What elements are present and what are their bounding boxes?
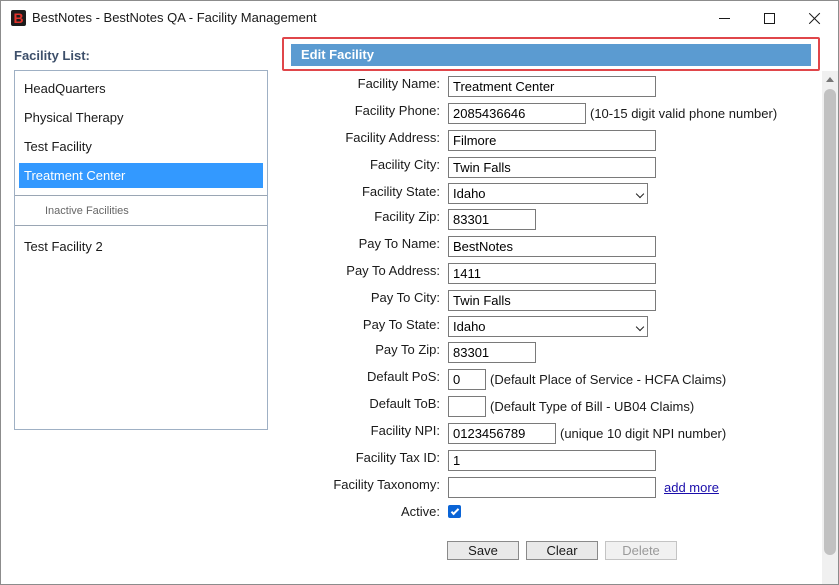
pay-to-city-input[interactable]: Twin Falls: [448, 290, 656, 311]
facility-zip-label: Facility Zip:: [374, 209, 440, 224]
pay-to-city-label: Pay To City:: [370, 290, 440, 305]
pay-to-state-value: Idaho: [453, 319, 486, 334]
default-tob-input[interactable]: [448, 396, 486, 417]
save-button[interactable]: Save: [447, 541, 519, 560]
add-more-link[interactable]: add more: [664, 480, 719, 495]
pay-to-state-select[interactable]: Idaho: [448, 316, 648, 337]
active-label: Active:: [400, 504, 440, 519]
scroll-up-arrow-icon[interactable]: [822, 71, 838, 87]
pay-to-zip-input[interactable]: 83301: [448, 342, 536, 363]
title-bar: B BestNotes - BestNotes QA - Facility Ma…: [1, 1, 838, 35]
facility-tax-id-input[interactable]: 1: [448, 450, 656, 471]
facility-city-label: Facility City:: [369, 157, 440, 172]
edit-facility-header: Edit Facility: [291, 44, 811, 66]
default-pos-input[interactable]: 0: [448, 369, 486, 390]
facility-phone-input[interactable]: 2085436646: [448, 103, 586, 124]
facility-taxonomy-input[interactable]: [448, 477, 656, 498]
chevron-down-icon: [635, 322, 645, 332]
facility-npi-label: Facility NPI:: [370, 423, 440, 438]
pay-to-zip-label: Pay To Zip:: [375, 342, 440, 357]
facility-tax-id-label: Facility Tax ID:: [355, 450, 440, 465]
active-checkbox[interactable]: [448, 505, 461, 518]
facility-state-select[interactable]: Idaho: [448, 183, 648, 204]
facility-npi-input[interactable]: 0123456789: [448, 423, 556, 444]
facility-address-input[interactable]: Filmore: [448, 130, 656, 151]
bestnotes-logo-icon: B: [11, 10, 26, 26]
delete-button[interactable]: Delete: [605, 541, 677, 560]
minimize-icon: [718, 17, 730, 19]
facility-list-title: Facility List:: [14, 48, 90, 63]
facility-city-input[interactable]: Twin Falls: [448, 157, 656, 178]
pay-to-address-input[interactable]: 1411: [448, 263, 656, 284]
facility-taxonomy-label: Facility Taxonomy:: [333, 477, 440, 492]
facility-phone-label: Facility Phone:: [354, 103, 440, 118]
facility-phone-hint: (10-15 digit valid phone number): [590, 106, 778, 121]
default-tob-hint: (Default Type of Bill - UB04 Claims): [490, 399, 695, 414]
checkmark-icon: [450, 506, 459, 515]
facility-management-window: B BestNotes - BestNotes QA - Facility Ma…: [0, 0, 839, 585]
pay-to-name-input[interactable]: BestNotes: [448, 236, 656, 257]
list-divider: [15, 195, 267, 196]
facility-item-treatment-center[interactable]: Treatment Center: [19, 163, 263, 188]
default-pos-label: Default PoS:: [367, 369, 440, 384]
scrollbar-thumb[interactable]: [824, 89, 836, 555]
maximize-icon: [763, 12, 775, 24]
close-icon: [808, 12, 821, 25]
facility-item-headquarters[interactable]: HeadQuarters: [19, 76, 263, 101]
facility-name-input[interactable]: Treatment Center: [448, 76, 656, 97]
chevron-down-icon: [635, 189, 645, 199]
pay-to-name-label: Pay To Name:: [358, 236, 440, 251]
minimize-button[interactable]: [701, 1, 747, 35]
close-button[interactable]: [791, 1, 837, 35]
facility-state-value: Idaho: [453, 186, 486, 201]
default-pos-hint: (Default Place of Service - HCFA Claims): [490, 372, 727, 387]
facility-address-label: Facility Address:: [345, 130, 440, 145]
default-tob-label: Default ToB:: [369, 396, 440, 411]
pay-to-address-label: Pay To Address:: [346, 263, 440, 278]
maximize-button[interactable]: [746, 1, 792, 35]
facility-npi-hint: (unique 10 digit NPI number): [560, 426, 727, 441]
facility-zip-input[interactable]: 83301: [448, 209, 536, 230]
list-divider: [15, 225, 267, 226]
facility-item-test-facility[interactable]: Test Facility: [19, 134, 263, 159]
facility-item-physical-therapy[interactable]: Physical Therapy: [19, 105, 263, 130]
window-title: BestNotes - BestNotes QA - Facility Mana…: [32, 10, 317, 25]
clear-button[interactable]: Clear: [526, 541, 598, 560]
inactive-facilities-heading: Inactive Facilities: [45, 205, 129, 217]
facility-state-label: Facility State:: [361, 184, 440, 199]
facility-item-test-facility-2[interactable]: Test Facility 2: [19, 234, 263, 259]
pay-to-state-label: Pay To State:: [362, 317, 440, 332]
facility-name-label: Facility Name:: [357, 76, 440, 91]
facility-list-panel: HeadQuarters Physical Therapy Test Facil…: [14, 70, 268, 430]
